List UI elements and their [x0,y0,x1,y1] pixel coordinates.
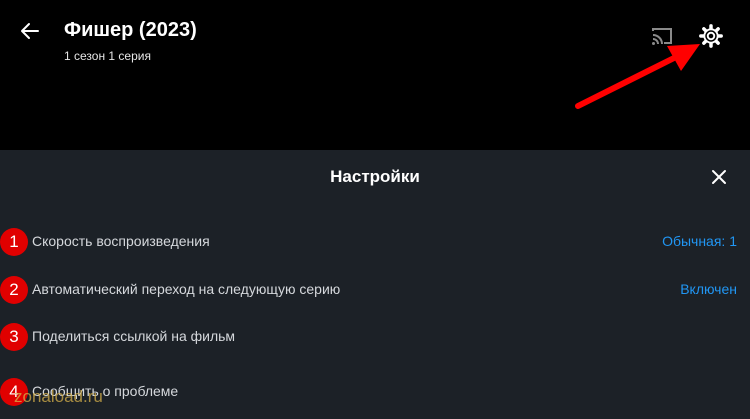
settings-item-autoplay-next[interactable]: 2 Автоматический переход на следующую се… [0,270,750,310]
annotation-number: 3 [0,323,28,351]
settings-title: Настройки [330,167,420,186]
settings-item-share-link[interactable]: 3 Поделиться ссылкой на фильм [0,317,750,357]
close-icon[interactable] [709,167,729,187]
back-arrow-icon[interactable] [18,19,42,43]
video-title: Фишер (2023) [64,19,197,41]
settings-sheet: Настройки 1 Скорость воспроизведения Обы… [0,150,750,419]
settings-item-value: Обычная: 1 [662,233,737,249]
watermark: zonaload.ru [14,387,103,406]
annotation-number: 1 [0,228,28,256]
settings-item-playback-speed[interactable]: 1 Скорость воспроизведения Обычная: 1 [0,222,750,262]
settings-item-value: Включен [680,281,737,297]
settings-item-report-problem[interactable]: 4 Сообщить о проблеме [0,372,750,412]
settings-item-label: Скорость воспроизведения [32,233,210,249]
annotation-number: 2 [0,276,28,304]
settings-item-label: Поделиться ссылкой на фильм [32,328,236,344]
player-top-bar: Фишер (2023) 1 сезон 1 серия [0,0,750,150]
episode-subtitle: 1 сезон 1 серия [64,49,151,63]
settings-item-label: Автоматический переход на следующую сери… [32,281,341,297]
annotation-arrow [575,44,700,109]
